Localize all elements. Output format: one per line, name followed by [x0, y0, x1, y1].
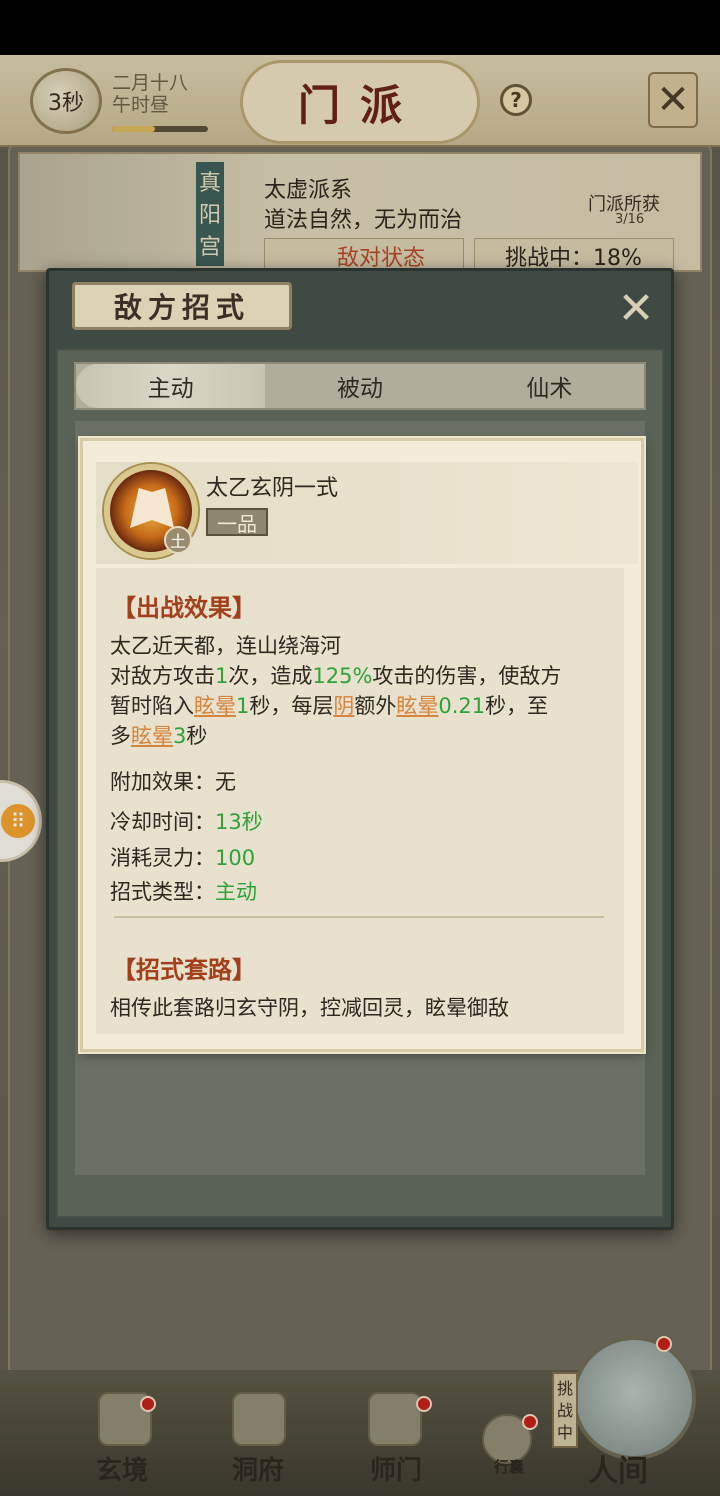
dialog-close-button[interactable]: ✕	[612, 282, 660, 334]
keyword-stun-link[interactable]: 眩晕	[396, 694, 438, 718]
stun-max-duration: 3	[173, 724, 187, 748]
spirit-cost-label: 消耗灵力：	[110, 846, 215, 870]
dialog-title-plaque: 敌方招式	[72, 282, 292, 330]
extra-effect-value: 无	[215, 770, 236, 794]
damage-percent: 125%	[312, 664, 373, 688]
desc-text: 秒，至	[485, 694, 549, 718]
extra-effect-label: 附加效果：	[110, 770, 215, 794]
move-type-row: 招式类型：主动	[110, 876, 257, 906]
tab-immortal-arts[interactable]: 仙术	[455, 364, 644, 408]
desc-text: 秒	[186, 724, 208, 748]
move-type-label: 招式类型：	[110, 880, 215, 904]
desc-text: 额外	[354, 694, 397, 718]
routine-section-title: 【招式套路】	[112, 955, 256, 984]
dialog-title: 敌方招式	[113, 291, 250, 324]
desc-text: 暂时陷入	[110, 694, 194, 718]
desc-text: 攻击的伤害，使敌方	[372, 664, 562, 688]
spirit-cost-row: 消耗灵力：100	[110, 842, 255, 872]
tab-active-moves[interactable]: 主动	[76, 364, 266, 408]
skill-flavor-text: 太乙近天都，连山绕海河	[110, 634, 341, 658]
skill-desc-line-3: 多眩晕3秒	[110, 720, 207, 750]
move-type-tabs: 主动 被动 仙术	[74, 362, 646, 410]
keyword-yin-link[interactable]: 阴	[333, 694, 354, 718]
section-divider	[114, 916, 604, 918]
keyword-stun-link[interactable]: 眩晕	[131, 724, 173, 748]
desc-text: 对敌方攻击	[110, 664, 215, 688]
extra-effect-row: 附加效果：无	[110, 766, 236, 796]
cooldown-row: 冷却时间：13秒	[110, 806, 263, 836]
stun-duration: 1	[236, 694, 250, 718]
keyword-stun-link[interactable]: 眩晕	[194, 694, 236, 718]
desc-text: 多	[110, 724, 131, 748]
skill-name: 太乙玄阴一式	[206, 476, 339, 501]
cooldown-label: 冷却时间：	[110, 810, 215, 834]
effect-section-title: 【出战效果】	[112, 593, 256, 622]
close-x-icon: ✕	[617, 282, 655, 334]
desc-text: 秒，每层	[249, 694, 334, 718]
fan-shape	[130, 488, 174, 528]
move-type-value: 主动	[215, 880, 257, 904]
tab-passive-moves[interactable]: 被动	[265, 364, 454, 408]
routine-description: 相传此套路归玄守阴，控减回灵，眩晕御敌	[110, 996, 509, 1020]
desc-text: 次，造成	[228, 664, 313, 688]
element-badge: 土	[164, 526, 192, 554]
spirit-cost-value: 100	[215, 846, 256, 870]
skill-desc-line-1: 对敌方攻击1次，造成125%攻击的伤害，使敌方	[110, 660, 561, 690]
hit-count: 1	[215, 664, 229, 688]
skill-grade-badge: 一品	[206, 508, 268, 536]
stun-extra-duration: 0.21	[438, 694, 486, 718]
cooldown-value: 13秒	[215, 810, 263, 834]
skill-desc-line-2: 暂时陷入眩晕1秒，每层阴额外眩晕0.21秒，至	[110, 690, 548, 720]
